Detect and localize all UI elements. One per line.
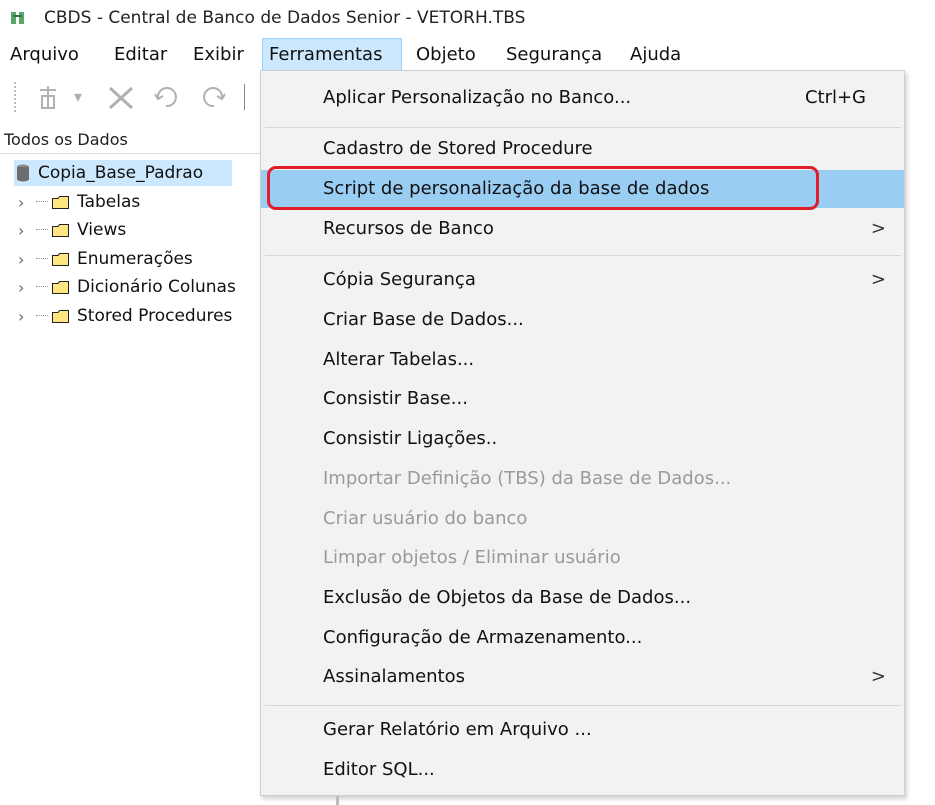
toolbar: ▾ xyxy=(0,72,260,122)
tree-connector xyxy=(36,286,48,288)
menu-item-label: Cópia Segurança xyxy=(323,269,476,290)
tree-item-label: Tabelas xyxy=(77,192,141,212)
toolbar-grip[interactable] xyxy=(14,82,20,112)
menu-item-label: Aplicar Personalização no Banco... xyxy=(323,87,632,108)
app-icon xyxy=(11,12,24,24)
tree-item-dicionario-colunas[interactable]: › Dicionário Colunas xyxy=(18,273,236,301)
undo-icon[interactable] xyxy=(152,86,182,110)
new-item-icon[interactable] xyxy=(36,84,66,112)
tree-connector xyxy=(36,201,48,203)
menu-item-label: Criar usuário do banco xyxy=(323,508,528,529)
chevron-right-icon[interactable]: › xyxy=(18,193,32,212)
menu-item-label: Alterar Tabelas... xyxy=(323,349,475,370)
menu-item-label: Consistir Ligações.. xyxy=(323,428,498,449)
folder-icon xyxy=(52,252,69,266)
tree-connector xyxy=(36,258,48,260)
menu-bar: Arquivo Editar Exibir Ferramentas Objeto… xyxy=(0,38,935,72)
menu-seguranca[interactable]: Segurança xyxy=(500,38,608,72)
menu-consistir-base[interactable]: Consistir Base... xyxy=(261,380,904,418)
menu-arquivo[interactable]: Arquivo xyxy=(4,38,85,72)
menu-item-label: Gerar Relatório em Arquivo ... xyxy=(323,719,592,740)
tree-item-views[interactable]: › Views xyxy=(18,216,126,244)
menu-item-label: Consistir Base... xyxy=(323,388,468,409)
folder-icon xyxy=(52,223,69,237)
menu-item-label: Assinalamentos xyxy=(323,666,466,687)
chevron-right-icon[interactable]: › xyxy=(18,278,32,297)
tree-root-label: Copia_Base_Padrao xyxy=(38,163,204,183)
tree-item-label: Enumerações xyxy=(77,249,193,269)
folder-icon xyxy=(52,309,69,323)
menu-exclusao-objetos[interactable]: Exclusão de Objetos da Base de Dados... xyxy=(261,579,904,617)
menu-separator xyxy=(265,705,901,706)
dropdown-arrow-icon[interactable]: ▾ xyxy=(74,82,82,112)
menu-item-label: Limpar objetos / Eliminar usuário xyxy=(323,547,621,568)
menu-item-label: Recursos de Banco xyxy=(323,218,494,239)
tree-connector xyxy=(36,229,48,231)
menu-limpar-objetos: Limpar objetos / Eliminar usuário xyxy=(261,539,904,577)
title-bar: CBDS - Central de Banco de Dados Senior … xyxy=(0,0,935,36)
toolbar-separator xyxy=(244,84,245,110)
menu-recursos-de-banco[interactable]: Recursos de Banco > xyxy=(261,210,904,248)
tree-connector xyxy=(36,315,48,317)
menu-ajuda[interactable]: Ajuda xyxy=(624,38,687,72)
menu-consistir-ligacoes[interactable]: Consistir Ligações.. xyxy=(261,420,904,458)
submenu-arrow-icon: > xyxy=(870,666,886,687)
menu-gerar-relatorio[interactable]: Gerar Relatório em Arquivo ... xyxy=(261,711,904,749)
menu-item-label: Exclusão de Objetos da Base de Dados... xyxy=(323,587,692,608)
submenu-arrow-icon: > xyxy=(870,218,886,239)
menu-assinalamentos[interactable]: Assinalamentos > xyxy=(261,658,904,696)
tree-item-stored-procedures[interactable]: › Stored Procedures xyxy=(18,302,232,330)
menu-aplicar-personalizacao[interactable]: Aplicar Personalização no Banco... Ctrl+… xyxy=(261,79,904,117)
window-title: CBDS - Central de Banco de Dados Senior … xyxy=(44,8,526,28)
menu-item-label: Cadastro de Stored Procedure xyxy=(323,138,593,159)
menu-separator xyxy=(265,127,901,128)
menu-alterar-tabelas[interactable]: Alterar Tabelas... xyxy=(261,341,904,379)
menu-copia-seguranca[interactable]: Cópia Segurança > xyxy=(261,261,904,299)
menu-objeto[interactable]: Objeto xyxy=(410,38,482,72)
tree-root-node[interactable]: Copia_Base_Padrao xyxy=(14,160,232,186)
panel-splitter xyxy=(336,796,339,805)
menu-editar[interactable]: Editar xyxy=(108,38,173,72)
menu-importar-definicao: Importar Definição (TBS) da Base de Dado… xyxy=(261,460,904,498)
folder-icon xyxy=(52,280,69,294)
annotation-highlight-box xyxy=(267,166,819,210)
menu-configuracao-armazenamento[interactable]: Configuração de Armazenamento... xyxy=(261,619,904,657)
menu-item-label: Configuração de Armazenamento... xyxy=(323,627,643,648)
tree-item-label: Views xyxy=(77,220,127,240)
shortcut-label: Ctrl+G xyxy=(804,87,866,108)
menu-cadastro-stored-procedure[interactable]: Cadastro de Stored Procedure xyxy=(261,130,904,168)
chevron-right-icon[interactable]: › xyxy=(18,307,32,326)
menu-item-label: Criar Base de Dados... xyxy=(323,309,524,330)
chevron-right-icon[interactable]: › xyxy=(18,221,32,240)
menu-criar-usuario-banco: Criar usuário do banco xyxy=(261,500,904,538)
menu-exibir[interactable]: Exibir xyxy=(187,38,250,72)
menu-criar-base-de-dados[interactable]: Criar Base de Dados... xyxy=(261,301,904,339)
database-icon xyxy=(17,164,29,182)
menu-separator xyxy=(265,255,901,256)
tree-item-label: Dicionário Colunas xyxy=(77,277,236,297)
tree-item-label: Stored Procedures xyxy=(77,306,233,326)
menu-editor-sql[interactable]: Editor SQL... xyxy=(261,751,904,789)
tree-header: Todos os Dados xyxy=(0,126,260,154)
folder-icon xyxy=(52,195,69,209)
menu-item-label: Importar Definição (TBS) da Base de Dado… xyxy=(323,468,732,489)
delete-icon[interactable] xyxy=(106,84,136,112)
menu-item-label: Editor SQL... xyxy=(323,759,435,780)
tree-item-enumeracoes[interactable]: › Enumerações xyxy=(18,245,193,273)
submenu-arrow-icon: > xyxy=(870,269,886,290)
chevron-right-icon[interactable]: › xyxy=(18,250,32,269)
menu-ferramentas[interactable]: Ferramentas xyxy=(262,38,402,72)
redo-icon[interactable] xyxy=(198,86,228,110)
tree-item-tabelas[interactable]: › Tabelas xyxy=(18,188,140,216)
